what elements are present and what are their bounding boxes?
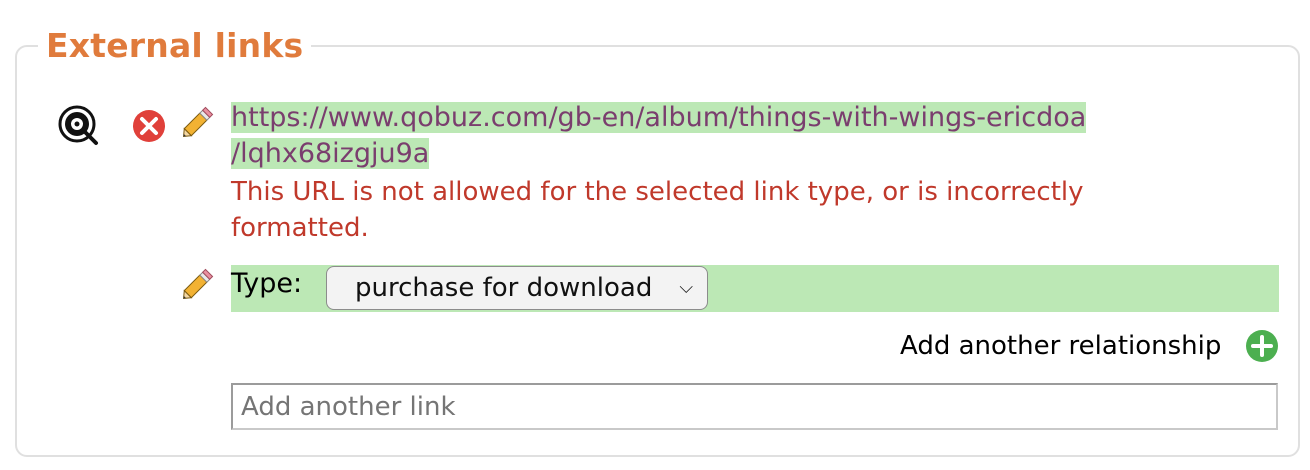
link-url-line2[interactable]: /lqhx68izgju9a [231,138,430,169]
add-another-relationship-label[interactable]: Add another relationship [900,326,1221,366]
add-link-input[interactable] [231,383,1278,430]
link-url-line1[interactable]: https://www.qobuz.com/gb-en/album/things… [231,102,1087,133]
qobuz-icon [58,105,98,145]
chevron-down-icon: ⌵ [679,277,693,298]
link-error-message: This URL is not allowed for the selected… [231,174,1241,246]
error-line1: This URL is not allowed for the selected… [231,177,1084,207]
pencil-icon[interactable] [178,266,216,304]
link-url[interactable]: https://www.qobuz.com/gb-en/album/things… [231,100,1191,172]
link-type-select[interactable]: purchase for download ⌵ [326,266,708,310]
pencil-icon[interactable] [178,104,216,142]
link-type-value: purchase for download [355,273,653,303]
remove-circle-icon[interactable] [131,108,167,144]
type-label: Type: [231,268,303,299]
section-title: External links [38,22,312,70]
error-line2: formatted. [231,213,369,243]
plus-circle-icon[interactable] [1244,328,1280,364]
